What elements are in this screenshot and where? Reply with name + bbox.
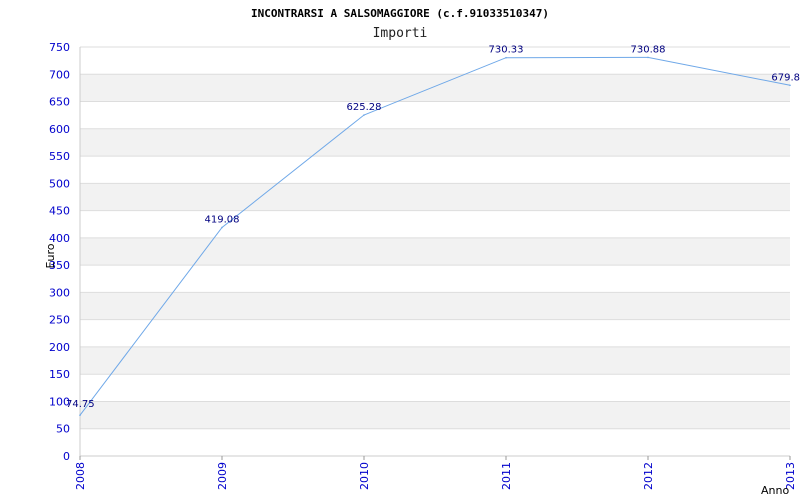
y-tick-label: 450 xyxy=(49,205,70,218)
x-tick-label: 2009 xyxy=(216,462,229,490)
y-tick-label: 400 xyxy=(49,232,70,245)
data-label: 625.28 xyxy=(347,102,382,113)
grid-band xyxy=(80,183,790,211)
x-tick-label: 2010 xyxy=(358,462,371,490)
grid-band xyxy=(80,128,790,157)
x-axis-label: Anno xyxy=(761,484,789,497)
y-tick-label: 300 xyxy=(49,286,70,299)
y-tick-label: 250 xyxy=(49,314,70,327)
chart-title: INCONTRARSI A SALSOMAGGIORE (c.f.9103351… xyxy=(251,7,549,20)
line-chart: INCONTRARSI A SALSOMAGGIORE (c.f.9103351… xyxy=(44,7,800,497)
grid-band xyxy=(80,401,790,429)
chart-subtitle: Importi xyxy=(373,26,428,41)
data-point xyxy=(363,114,365,116)
x-tick-label: 2012 xyxy=(642,462,655,490)
y-tick-label: 500 xyxy=(49,177,70,190)
y-tick-label: 650 xyxy=(49,96,70,109)
data-point xyxy=(505,56,507,59)
data-label: 679.8 xyxy=(771,72,800,83)
y-tick-label: 0 xyxy=(63,450,70,463)
x-axis-ticks: 2008 2009 2010 2011 2012 2013 xyxy=(74,456,797,490)
y-tick-label: 750 xyxy=(49,41,70,54)
data-label: 74.75 xyxy=(66,399,95,410)
data-point xyxy=(789,84,791,87)
data-label: 730.33 xyxy=(489,45,524,56)
grid-band xyxy=(80,346,790,375)
y-tick-label: 700 xyxy=(49,68,70,81)
grid-bands xyxy=(80,74,790,429)
grid-band xyxy=(80,292,790,320)
data-label: 730.88 xyxy=(631,44,666,55)
y-tick-label: 50 xyxy=(56,423,70,436)
data-label: 419.08 xyxy=(205,214,240,225)
y-tick-label: 200 xyxy=(49,341,70,354)
y-tick-label: 150 xyxy=(49,368,70,381)
x-tick-label: 2008 xyxy=(74,462,87,490)
y-tick-label: 600 xyxy=(49,123,70,136)
data-point xyxy=(79,414,81,417)
grid-band xyxy=(80,74,790,102)
x-tick-label: 2011 xyxy=(500,462,513,490)
data-point xyxy=(221,226,223,229)
data-point xyxy=(647,56,649,59)
y-tick-label: 550 xyxy=(49,150,70,163)
grid-band xyxy=(80,237,790,266)
y-axis-label: Euro xyxy=(44,243,57,268)
